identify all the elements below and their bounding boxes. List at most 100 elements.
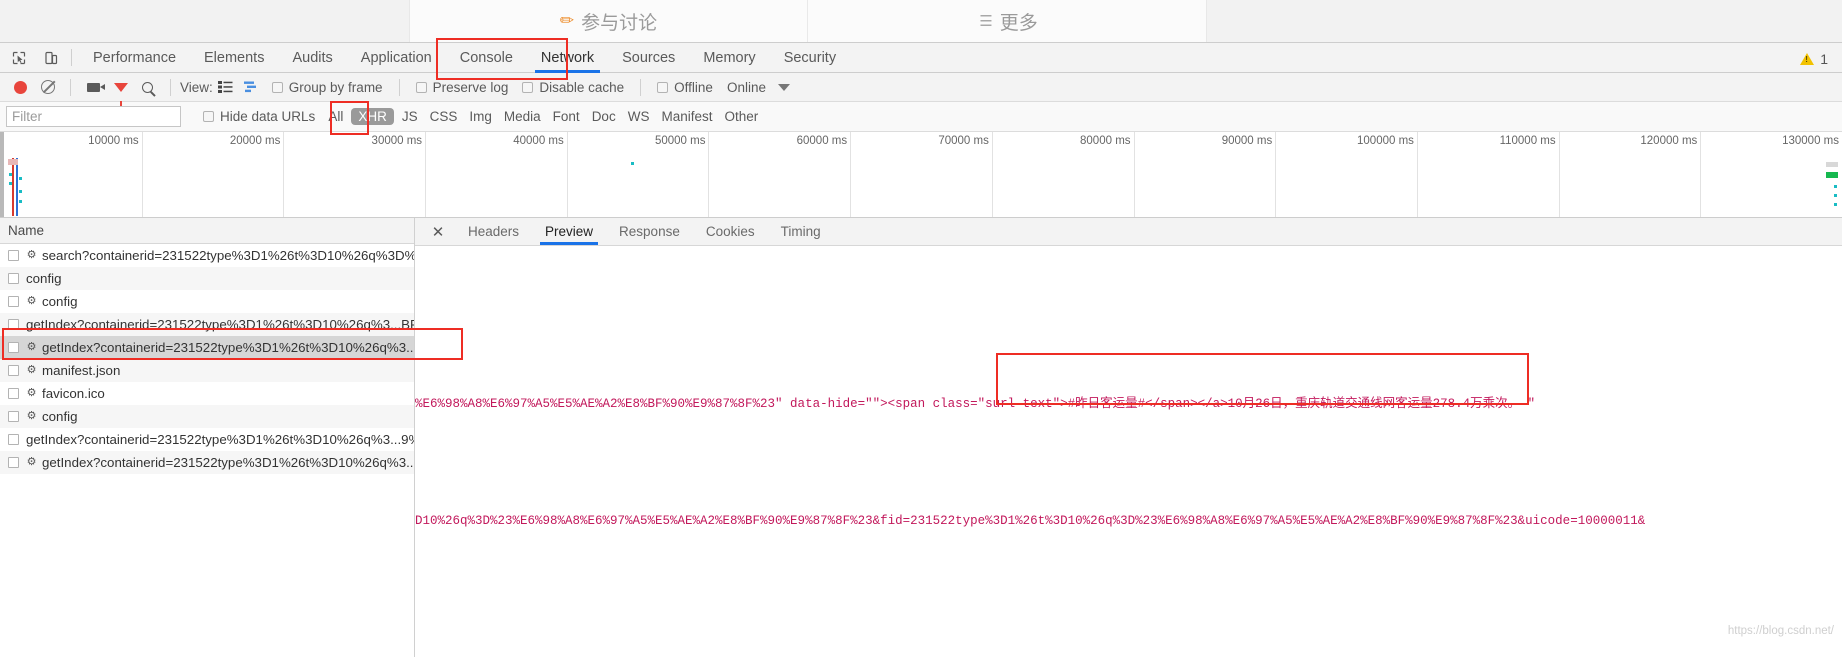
- detail-tab-preview-label: Preview: [545, 224, 594, 239]
- inspect-element-icon[interactable]: [6, 45, 32, 70]
- disable-cache-checkbox[interactable]: Disable cache: [522, 80, 624, 95]
- list-view-icon[interactable]: [215, 76, 237, 98]
- preview-code-line: D10%26q%3D%23%E6%98%A8%E6%97%A5%E5%AE%A2…: [415, 514, 1646, 528]
- request-row-checkbox[interactable]: [8, 434, 19, 445]
- filter-type-js[interactable]: JS: [402, 109, 418, 124]
- gear-icon: ⚙: [26, 249, 37, 261]
- clear-no-entry-icon: [40, 80, 55, 94]
- request-row[interactable]: ⚙ config: [0, 290, 414, 313]
- offline-checkbox[interactable]: Offline: [657, 80, 713, 95]
- request-row-checkbox[interactable]: [8, 365, 19, 376]
- network-overview-timeline[interactable]: 10000 ms 20000 ms 30000 ms 40000 ms 50000 ms…: [0, 132, 1842, 218]
- filter-type-doc[interactable]: Doc: [592, 109, 616, 124]
- record-circle-icon: [14, 80, 27, 94]
- filter-toggle-button[interactable]: [107, 74, 134, 106]
- detail-tabbar: ✕ Headers Preview Response Cookies Timin…: [415, 218, 1842, 246]
- record-button[interactable]: [7, 74, 34, 100]
- throttling-dropdown[interactable]: Online: [727, 80, 790, 95]
- detail-tab-timing-label: Timing: [780, 224, 821, 239]
- tab-application[interactable]: Application: [347, 43, 446, 73]
- request-row[interactable]: getIndex?containerid=231522type%3D1%26t%…: [0, 428, 414, 451]
- filter-type-css[interactable]: CSS: [430, 109, 458, 124]
- request-row-checkbox[interactable]: [8, 273, 19, 284]
- timeline-tick: 70000 ms: [938, 132, 993, 217]
- request-row[interactable]: getIndex?containerid=231522type%3D1%26t%…: [0, 313, 414, 336]
- tab-security[interactable]: Security: [770, 43, 850, 73]
- request-row-checkbox[interactable]: [8, 296, 19, 307]
- filter-type-xhr[interactable]: XHR: [351, 108, 394, 125]
- clear-button[interactable]: [34, 74, 61, 100]
- column-header-name[interactable]: Name: [0, 218, 414, 244]
- request-list-panel: Name ⚙ search?containerid=231522type%3D1%…: [0, 218, 415, 657]
- request-row[interactable]: ⚙ getIndex?containerid=231522type%3D1%26t…: [0, 451, 414, 474]
- request-row[interactable]: ⚙ search?containerid=231522type%3D1%26t%3…: [0, 244, 414, 267]
- tab-network[interactable]: Network: [527, 43, 608, 73]
- toolbar-divider: [398, 78, 400, 96]
- filter-type-ws[interactable]: WS: [628, 109, 650, 124]
- warning-count: 1: [1820, 50, 1828, 67]
- request-row[interactable]: ⚙ favicon.ico: [0, 382, 414, 405]
- request-row-checkbox[interactable]: [8, 319, 19, 330]
- filter-input[interactable]: [6, 106, 181, 127]
- participate-discussion-button[interactable]: ✏ 参与讨论: [410, 0, 808, 42]
- tab-memory[interactable]: Memory: [689, 43, 769, 73]
- screenshot-button[interactable]: [80, 74, 107, 100]
- detail-tab-preview[interactable]: Preview: [532, 218, 606, 245]
- hide-data-urls-checkbox[interactable]: Hide data URLs: [203, 109, 315, 124]
- filter-type-all[interactable]: All: [328, 109, 343, 124]
- request-row[interactable]: ⚙ getIndex?containerid=231522type%3D1%26t…: [0, 336, 414, 359]
- detail-tab-response[interactable]: Response: [606, 218, 693, 245]
- camera-icon: [87, 82, 105, 92]
- waterfall-view-icon[interactable]: [241, 76, 263, 98]
- tab-console[interactable]: Console: [446, 43, 527, 73]
- gear-icon: ⚙: [26, 295, 37, 307]
- warning-triangle-icon: [1800, 52, 1815, 65]
- group-by-frame-label: Group by frame: [288, 79, 383, 95]
- request-row-name: getIndex?containerid=231522type%3D1%26t%…: [26, 317, 414, 332]
- request-row-checkbox[interactable]: [8, 388, 19, 399]
- devtools-tabbar: Performance Elements Audits Application …: [0, 42, 1842, 73]
- tab-elements[interactable]: Elements: [190, 43, 278, 73]
- timeline-tick-label: 120000 ms: [1640, 135, 1698, 147]
- timeline-tick: 30000 ms: [372, 132, 427, 217]
- filter-type-manifest[interactable]: Manifest: [661, 109, 712, 124]
- tab-audits-label: Audits: [292, 49, 333, 66]
- more-button[interactable]: ☰ 更多: [809, 0, 1208, 42]
- filter-type-img[interactable]: Img: [469, 109, 492, 124]
- timeline-bar: [9, 173, 12, 176]
- tab-performance[interactable]: Performance: [79, 43, 190, 73]
- request-row[interactable]: config: [0, 267, 414, 290]
- request-row-checkbox[interactable]: [8, 411, 19, 422]
- filter-type-media[interactable]: Media: [504, 109, 541, 124]
- request-detail-panel: ✕ Headers Preview Response Cookies Timin…: [415, 218, 1842, 657]
- tab-sources[interactable]: Sources: [608, 43, 689, 73]
- search-button[interactable]: [134, 74, 161, 100]
- timeline-tick-label: 40000 ms: [513, 135, 564, 147]
- tab-audits[interactable]: Audits: [278, 43, 346, 73]
- request-row-checkbox[interactable]: [8, 342, 19, 353]
- detail-tab-headers[interactable]: Headers: [455, 218, 532, 245]
- group-by-frame-checkbox[interactable]: Group by frame: [271, 79, 383, 95]
- device-toolbar-icon[interactable]: [38, 45, 64, 70]
- tab-performance-label: Performance: [93, 49, 177, 66]
- request-row[interactable]: ⚙ config: [0, 405, 414, 428]
- timeline-tick-label: 50000 ms: [654, 135, 706, 147]
- toolbar-divider: [170, 78, 171, 96]
- detail-tab-timing[interactable]: Timing: [768, 218, 834, 245]
- close-x-icon[interactable]: ✕: [427, 221, 449, 243]
- checkbox-box: [271, 81, 283, 93]
- webpage-action-card: ✏ 参与讨论 ☰ 更多: [409, 0, 1207, 42]
- detail-tab-cookies[interactable]: Cookies: [693, 218, 768, 245]
- request-row-checkbox[interactable]: [8, 250, 19, 261]
- request-row[interactable]: ⚙ manifest.json: [0, 359, 414, 382]
- preview-content[interactable]: %E6%98%A8%E6%97%A5%E5%AE%A2%E8%BF%90%E9%…: [415, 246, 1842, 657]
- filter-type-font[interactable]: Font: [553, 109, 580, 124]
- checkbox-box: [415, 81, 427, 93]
- gear-icon: ⚙: [26, 456, 37, 468]
- request-list[interactable]: ⚙ search?containerid=231522type%3D1%26t%3…: [0, 244, 414, 474]
- request-row-checkbox[interactable]: [8, 457, 19, 468]
- warning-counter[interactable]: 1: [1800, 43, 1828, 74]
- preserve-log-checkbox[interactable]: Preserve log: [415, 80, 508, 95]
- toolbar-divider: [640, 78, 642, 96]
- filter-type-other[interactable]: Other: [724, 109, 758, 124]
